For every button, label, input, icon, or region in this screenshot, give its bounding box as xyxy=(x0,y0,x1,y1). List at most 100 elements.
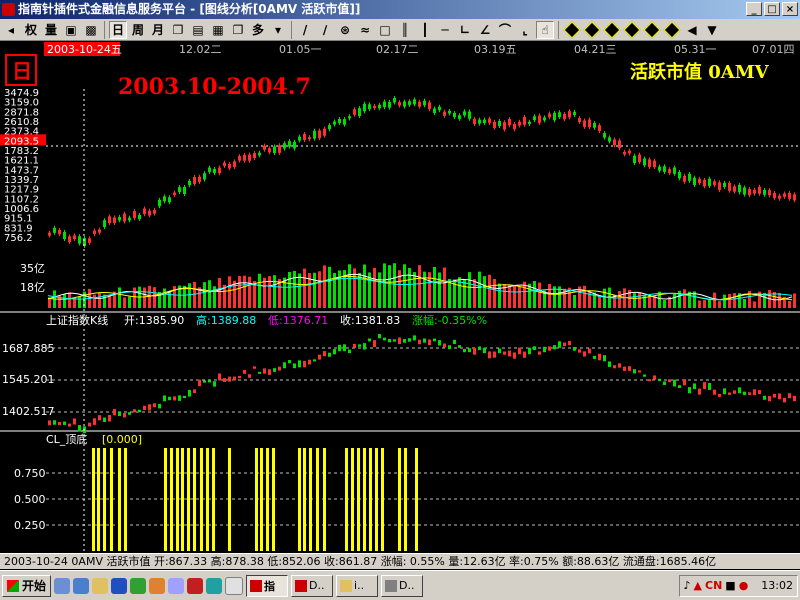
index-candle xyxy=(563,342,566,347)
shield-icon[interactable]: ▲ xyxy=(694,579,702,592)
index-candle xyxy=(383,337,386,341)
index-candle xyxy=(718,393,721,397)
chart-canvas[interactable]: 2003-10-24五 日 12.02二 01.05一 02.17二 03.19… xyxy=(0,41,800,553)
signal-icon-4[interactable] xyxy=(623,21,641,39)
line-tool-icon[interactable]: / xyxy=(296,21,314,39)
angle-tool-icon[interactable]: ∠ xyxy=(476,21,494,39)
network-tray-icon[interactable]: ■ xyxy=(725,579,735,592)
signal-icon-1[interactable] xyxy=(563,21,581,39)
tile-window-icon[interactable]: ▦ xyxy=(209,21,227,39)
maximize-button[interactable]: □ xyxy=(764,2,780,16)
volume-bar xyxy=(538,282,541,308)
back-arrow-icon[interactable]: ◀ xyxy=(683,21,701,39)
index-candle xyxy=(373,340,376,348)
index-candle xyxy=(278,366,281,371)
cl-signal-bar xyxy=(255,448,258,551)
price-candle-body xyxy=(538,115,541,123)
task-button[interactable]: D.. xyxy=(291,574,334,597)
toolbar-day-button[interactable]: 日 xyxy=(109,20,128,39)
excel-icon[interactable] xyxy=(130,577,147,594)
cascade-window-icon[interactable]: ❐ xyxy=(229,21,247,39)
price-candle-body xyxy=(348,116,351,119)
index-candle xyxy=(368,338,371,342)
price-candle-body xyxy=(518,121,521,126)
ime-indicator[interactable]: CN xyxy=(705,579,722,592)
index-candle xyxy=(733,390,736,394)
signal-icon-6[interactable] xyxy=(663,21,681,39)
date-tick: 01.05一 xyxy=(279,43,322,56)
cycle-tool-icon[interactable]: ║ xyxy=(396,21,414,39)
price-candle-body xyxy=(118,217,121,221)
speaker-icon[interactable]: ♪ xyxy=(684,579,691,592)
toolbar-multi-button[interactable]: 多 xyxy=(249,21,267,39)
price-candle-body xyxy=(748,188,751,196)
cl-signal-bar xyxy=(345,448,348,551)
index-candle xyxy=(513,352,516,359)
toolbar-week-button[interactable]: 周 xyxy=(129,21,147,39)
blank-window-icon[interactable] xyxy=(225,576,244,595)
price-candle-body xyxy=(648,159,651,167)
toolbar-rights-button[interactable]: 权 xyxy=(22,21,40,39)
volume-bar xyxy=(683,289,686,308)
parallel-tool-icon[interactable]: ⊛ xyxy=(336,21,354,39)
volume-bar xyxy=(268,276,271,308)
messenger-icon[interactable] xyxy=(206,577,223,594)
volume-bar xyxy=(378,272,381,308)
price-candle-body xyxy=(718,182,721,190)
print-icon[interactable]: ▩ xyxy=(82,21,100,39)
desktop-icon[interactable] xyxy=(54,577,71,594)
pointer-icon[interactable]: ☝ xyxy=(536,20,555,39)
signal-icon-5[interactable] xyxy=(643,21,661,39)
rectangle-tool-icon[interactable]: □ xyxy=(376,21,394,39)
toolbar-month-button[interactable]: 月 xyxy=(149,21,167,39)
bar-tool-icon[interactable]: ─ xyxy=(436,21,454,39)
ie-icon[interactable] xyxy=(73,577,90,594)
price-candle-body xyxy=(63,231,66,240)
volume-bar xyxy=(133,287,136,308)
start-button[interactable]: 开始 xyxy=(2,574,52,597)
arrow-icon[interactable]: ◂ xyxy=(2,21,20,39)
index-candle xyxy=(613,365,616,369)
toolbar-volume-button[interactable]: 量 xyxy=(42,21,60,39)
antivirus-icon[interactable]: ● xyxy=(739,579,749,592)
minimize-button[interactable]: _ xyxy=(746,2,762,16)
close-button[interactable]: × xyxy=(782,2,798,16)
task-label: 指 xyxy=(264,579,276,593)
arc-tool-icon[interactable]: ⌒ xyxy=(496,21,514,39)
signal-icon-2[interactable] xyxy=(583,21,601,39)
index-candle xyxy=(463,348,466,353)
window-layout-icon[interactable]: ❐ xyxy=(169,21,187,39)
price-candle-body xyxy=(268,148,271,153)
word-icon[interactable] xyxy=(111,577,128,594)
folder-icon[interactable] xyxy=(92,577,109,594)
task-button-active[interactable]: 指 xyxy=(246,574,289,597)
volume-bar xyxy=(228,276,231,308)
index-candle xyxy=(503,351,506,355)
task-button[interactable]: D.. xyxy=(381,574,424,597)
expand-arrow-icon[interactable]: ▼ xyxy=(703,21,721,39)
index-high-label: 高:1389.88 xyxy=(196,313,256,327)
index-candle xyxy=(758,390,761,395)
index-candle xyxy=(88,422,91,427)
volume-bar xyxy=(498,283,501,308)
lock-icon[interactable]: ▣ xyxy=(62,21,80,39)
chart-window-icon[interactable]: ▤ xyxy=(189,21,207,39)
chart-area[interactable]: 2003-10-24五 日 12.02二 01.05一 02.17二 03.19… xyxy=(0,41,800,553)
channel-tool-icon[interactable]: ≈ xyxy=(356,21,374,39)
ray-tool-icon[interactable]: ∕ xyxy=(316,21,334,39)
app-launcher-icon[interactable] xyxy=(187,577,204,594)
index-close-label: 收:1381.83 xyxy=(340,313,400,327)
volume-bar xyxy=(153,287,156,308)
dropdown-arrow-icon[interactable]: ▾ xyxy=(269,21,287,39)
fibonacci-tool-icon[interactable]: ┃ xyxy=(416,21,434,39)
price-candle-body xyxy=(303,134,306,140)
volume-tick: 18亿 xyxy=(20,281,45,294)
text-tool-icon[interactable]: ⌞ xyxy=(516,21,534,39)
network-icon[interactable] xyxy=(168,577,185,594)
trend-tool-icon[interactable]: ∟ xyxy=(456,21,474,39)
price-candle-body xyxy=(353,109,356,115)
signal-icon-3[interactable] xyxy=(603,21,621,39)
media-icon[interactable] xyxy=(149,577,166,594)
price-candle-body xyxy=(278,145,281,153)
task-button[interactable]: i.. xyxy=(336,574,379,597)
